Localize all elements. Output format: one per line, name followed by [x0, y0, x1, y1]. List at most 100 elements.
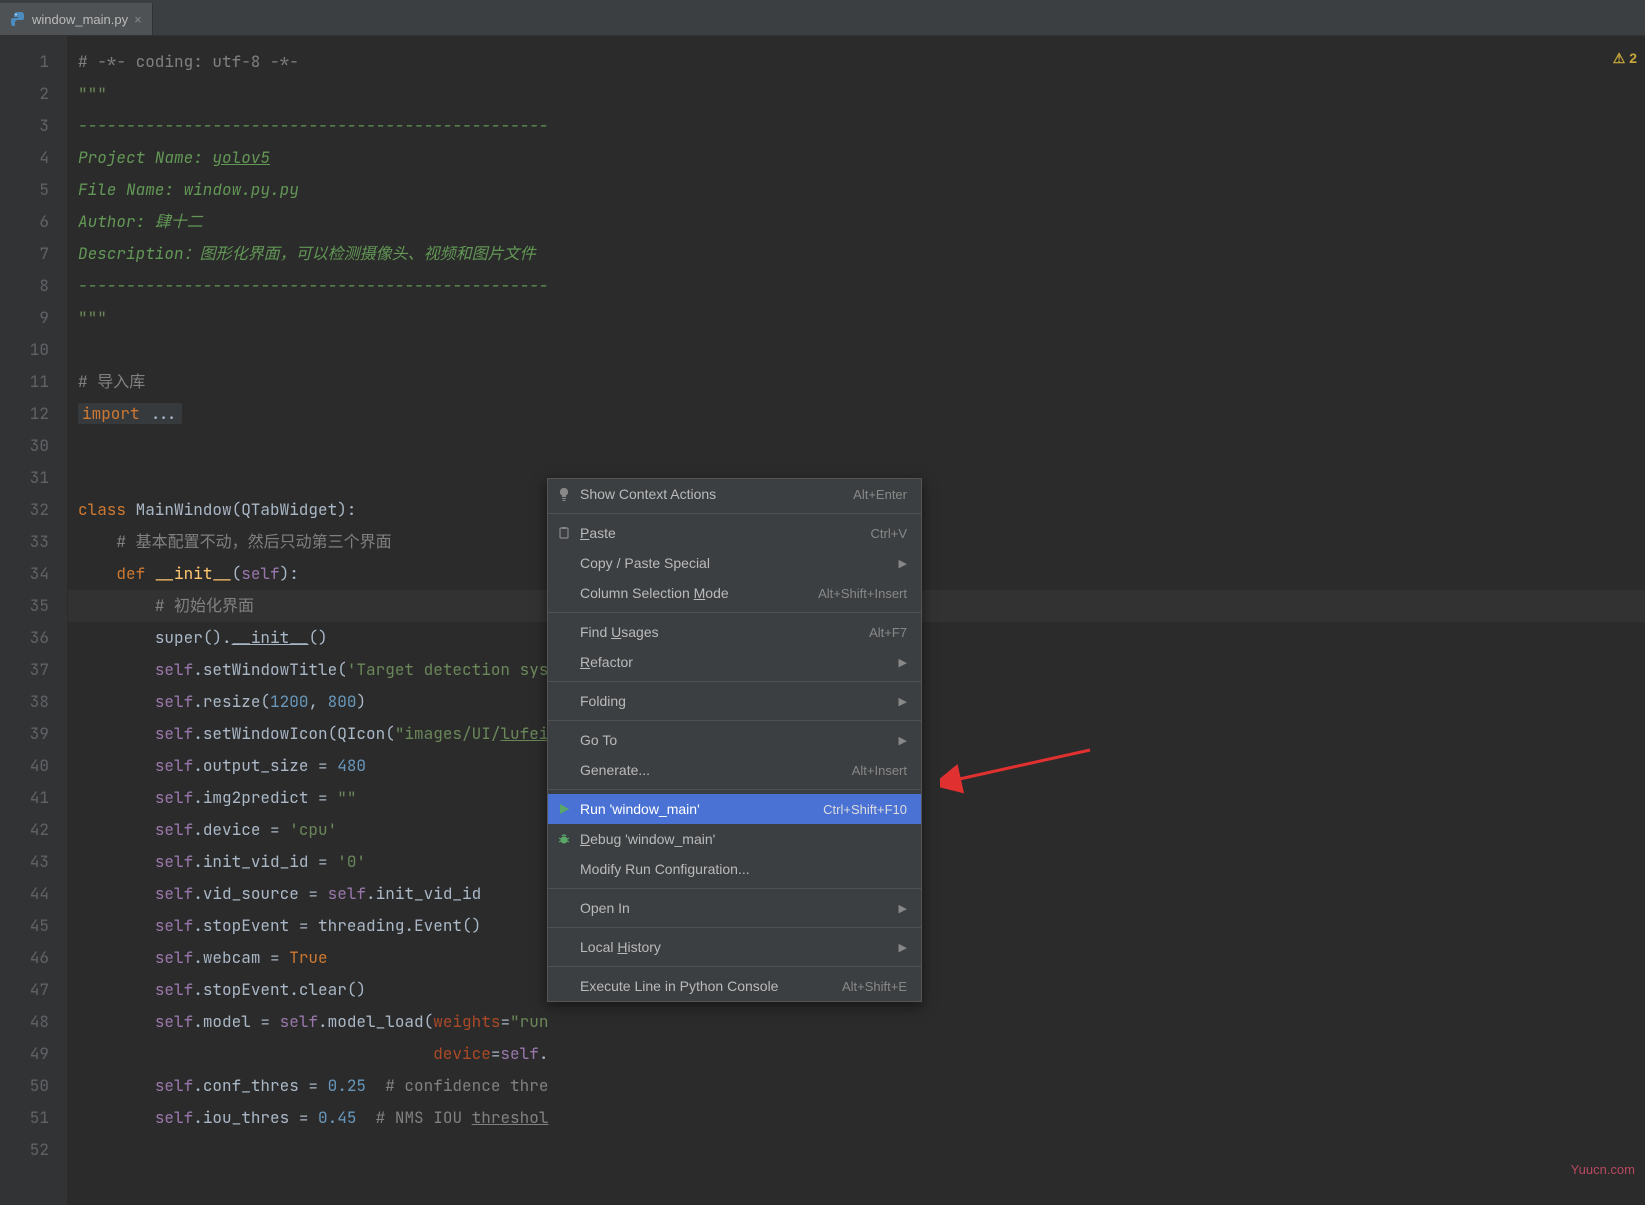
code-line[interactable]: ----------------------------------------… [68, 270, 1645, 302]
code-line[interactable] [68, 334, 1645, 366]
menu-separator [548, 789, 921, 790]
code-line[interactable]: File Name: window.py.py [68, 174, 1645, 206]
menu-item[interactable]: Generate...Alt+Insert [548, 755, 921, 785]
line-number: 10 [0, 334, 67, 366]
submenu-arrow-icon: ▶ [899, 902, 907, 915]
line-number: 34 [0, 558, 67, 590]
line-number: 9 [0, 302, 67, 334]
line-number: 44 [0, 878, 67, 910]
code-line[interactable]: Project Name: yolov5 [68, 142, 1645, 174]
line-number: 47 [0, 974, 67, 1006]
code-line[interactable]: self.model = self.model_load(weights="ru… [68, 1006, 1645, 1038]
menu-item[interactable]: Run 'window_main'Ctrl+Shift+F10 [548, 794, 921, 824]
menu-item[interactable]: Debug 'window_main' [548, 824, 921, 854]
menu-item-label: Refactor [580, 654, 899, 670]
menu-shortcut: Alt+Shift+Insert [818, 586, 907, 601]
line-number: 4 [0, 142, 67, 174]
code-line[interactable]: # 导入库 [68, 366, 1645, 398]
line-number: 11 [0, 366, 67, 398]
line-number: 5 [0, 174, 67, 206]
warning-indicator[interactable]: ⚠ 2 [1613, 50, 1637, 67]
menu-item[interactable]: PasteCtrl+V [548, 518, 921, 548]
line-number: 38 [0, 686, 67, 718]
line-number: 32 [0, 494, 67, 526]
menu-item[interactable]: Local History▶ [548, 932, 921, 962]
menu-separator [548, 681, 921, 682]
menu-separator [548, 966, 921, 967]
line-number-gutter: 1234567891011123031323334353637383940414… [0, 36, 68, 1205]
code-line[interactable]: ----------------------------------------… [68, 110, 1645, 142]
python-file-icon [10, 11, 26, 27]
menu-item[interactable]: Find UsagesAlt+F7 [548, 617, 921, 647]
line-number: 51 [0, 1102, 67, 1134]
code-line[interactable]: import ... [68, 398, 1645, 430]
submenu-arrow-icon: ▶ [899, 695, 907, 708]
code-line[interactable]: self.conf_thres = 0.25 # confidence thre [68, 1070, 1645, 1102]
code-line[interactable]: """ [68, 302, 1645, 334]
code-line[interactable]: """ [68, 78, 1645, 110]
menu-item[interactable]: Show Context ActionsAlt+Enter [548, 479, 921, 509]
menu-item[interactable]: Copy / Paste Special▶ [548, 548, 921, 578]
code-line[interactable]: device=self. [68, 1038, 1645, 1070]
line-number: 45 [0, 910, 67, 942]
code-line[interactable]: Description：图形化界面，可以检测摄像头、视频和图片文件 [68, 238, 1645, 270]
menu-shortcut: Alt+Enter [853, 487, 907, 502]
menu-shortcut: Ctrl+V [871, 526, 907, 541]
menu-item[interactable]: Execute Line in Python ConsoleAlt+Shift+… [548, 971, 921, 1001]
line-number: 52 [0, 1134, 67, 1166]
menu-item-label: Modify Run Configuration... [580, 861, 907, 877]
submenu-arrow-icon: ▶ [899, 557, 907, 570]
menu-item[interactable]: Open In▶ [548, 893, 921, 923]
code-line[interactable] [68, 1134, 1645, 1166]
line-number: 1 [0, 46, 67, 78]
menu-separator [548, 612, 921, 613]
menu-item-label: Debug 'window_main' [580, 831, 907, 847]
menu-item-label: Copy / Paste Special [580, 555, 899, 571]
menu-item-label: Execute Line in Python Console [580, 978, 842, 994]
code-line[interactable]: self.iou_thres = 0.45 # NMS IOU threshol [68, 1102, 1645, 1134]
line-number: 8 [0, 270, 67, 302]
line-number: 31 [0, 462, 67, 494]
menu-item[interactable]: Go To▶ [548, 725, 921, 755]
tab-bar: window_main.py × [0, 0, 1645, 36]
menu-item-label: Run 'window_main' [580, 801, 823, 817]
code-line[interactable]: # -*- coding: utf-8 -*- [68, 46, 1645, 78]
bug-icon [556, 831, 572, 847]
line-number: 12 [0, 398, 67, 430]
submenu-arrow-icon: ▶ [899, 941, 907, 954]
context-menu: Show Context ActionsAlt+Enter PasteCtrl+V… [547, 478, 922, 1002]
menu-shortcut: Alt+Shift+E [842, 979, 907, 994]
line-number: 2 [0, 78, 67, 110]
menu-separator [548, 513, 921, 514]
editor-tab[interactable]: window_main.py × [0, 3, 153, 35]
menu-item-label: Find Usages [580, 624, 869, 640]
line-number: 41 [0, 782, 67, 814]
line-number: 39 [0, 718, 67, 750]
line-number: 30 [0, 430, 67, 462]
watermark: Yuucn.com [1571, 1162, 1635, 1177]
code-line[interactable] [68, 430, 1645, 462]
menu-item[interactable]: Modify Run Configuration... [548, 854, 921, 884]
tab-close-icon[interactable]: × [134, 12, 142, 27]
menu-item-label: Paste [580, 525, 871, 541]
line-number: 7 [0, 238, 67, 270]
line-number: 46 [0, 942, 67, 974]
line-number: 35 [0, 590, 67, 622]
menu-item[interactable]: Column Selection ModeAlt+Shift+Insert [548, 578, 921, 608]
code-line[interactable]: Author: 肆十二 [68, 206, 1645, 238]
line-number: 36 [0, 622, 67, 654]
menu-shortcut: Alt+F7 [869, 625, 907, 640]
menu-item-label: Local History [580, 939, 899, 955]
line-number: 3 [0, 110, 67, 142]
line-number: 48 [0, 1006, 67, 1038]
submenu-arrow-icon: ▶ [899, 656, 907, 669]
menu-item-label: Generate... [580, 762, 852, 778]
menu-item[interactable]: Folding▶ [548, 686, 921, 716]
line-number: 43 [0, 846, 67, 878]
menu-item[interactable]: Refactor▶ [548, 647, 921, 677]
menu-separator [548, 720, 921, 721]
line-number: 40 [0, 750, 67, 782]
line-number: 37 [0, 654, 67, 686]
line-number: 6 [0, 206, 67, 238]
menu-separator [548, 927, 921, 928]
